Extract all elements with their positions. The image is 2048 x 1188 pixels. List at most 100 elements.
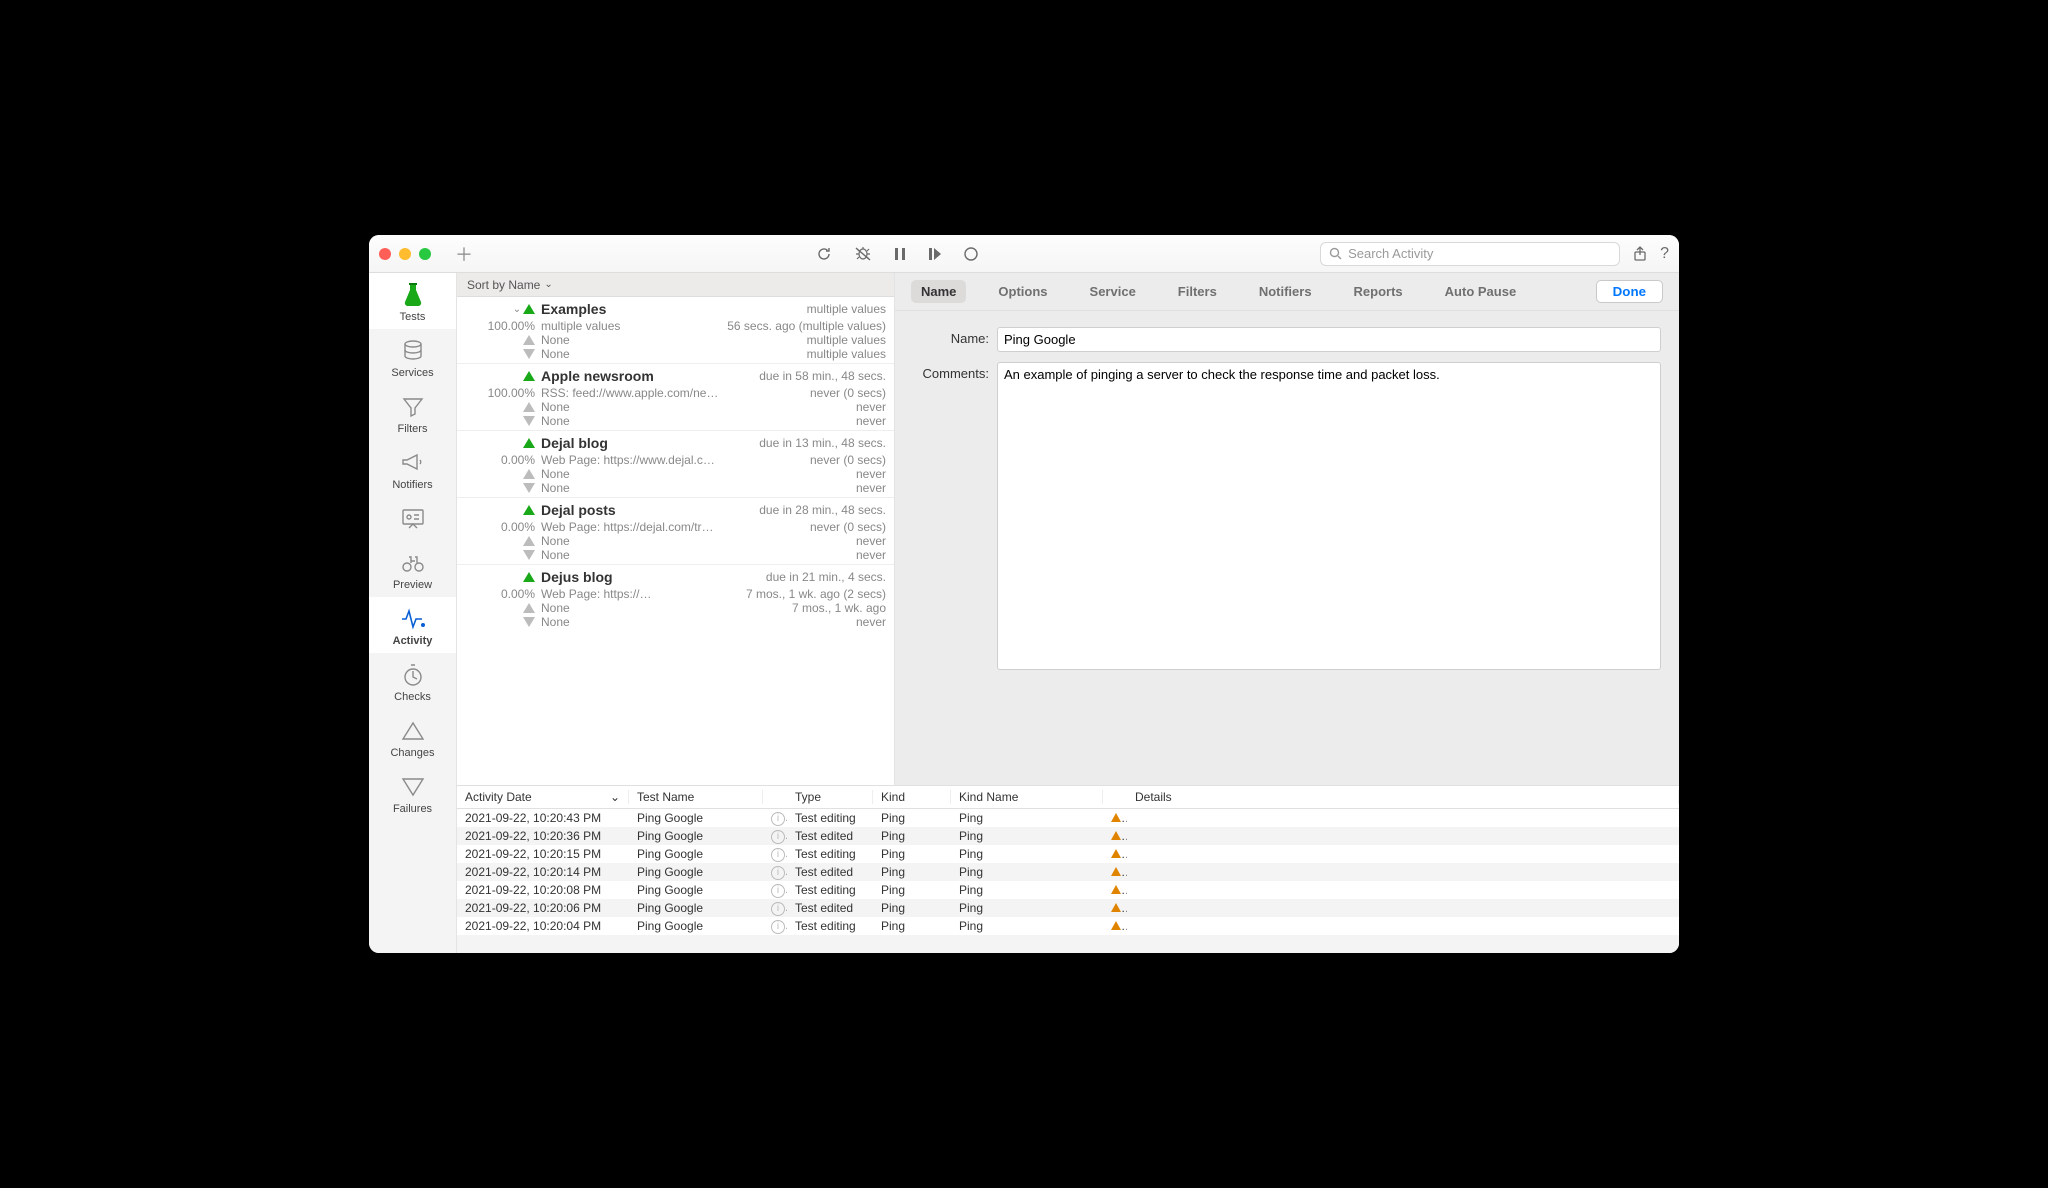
test-item[interactable]: Dejus blogdue in 21 min., 4 secs.0.00%We… [457,564,894,631]
test-last: 7 mos., 1 wk. ago (2 secs) [746,587,886,601]
column-test-name[interactable]: Test Name [629,790,763,804]
test-none-due: never [856,534,886,548]
search-placeholder: Search Activity [1348,246,1433,261]
cell-kind: Ping [873,811,951,825]
activity-area: Activity Date ⌄ Test Name Type Kind Kind… [457,785,1679,953]
cell-kind: Ping [873,883,951,897]
info-icon: i [771,902,785,916]
test-due: due in 21 min., 4 secs. [766,570,886,584]
tab-notifiers[interactable]: Notifiers [1249,280,1322,303]
tab-service[interactable]: Service [1080,280,1146,303]
cell-kind-name: Ping [951,811,1103,825]
cell-test: Ping Google [629,847,763,861]
flask-icon [369,281,456,309]
status-up-icon [523,371,535,381]
activity-row[interactable]: 2021-09-22, 10:20:04 PMPing GoogleiTest … [457,917,1679,935]
close-window-button[interactable] [379,248,391,260]
test-item[interactable]: Apple newsroomdue in 58 min., 48 secs.10… [457,363,894,430]
info-icon: i [771,812,785,826]
test-none-due: never [856,548,886,562]
test-name: Apple newsroom [541,368,654,384]
sidebar-item-failures[interactable]: Failures [369,765,456,821]
comments-field[interactable] [997,362,1661,670]
cell-date: 2021-09-22, 10:20:08 PM [457,883,629,897]
cell-kind-name: Ping [951,847,1103,861]
activity-row[interactable]: 2021-09-22, 10:20:14 PMPing GoogleiTest … [457,863,1679,881]
done-button[interactable]: Done [1596,280,1663,303]
sidebar-item-filters[interactable]: Filters [369,385,456,441]
cell-info: i [763,900,787,916]
test-last: never (0 secs) [810,453,886,467]
test-item[interactable]: ⌄Examplesmultiple values100.00%multiple … [457,297,894,363]
share-icon[interactable] [1632,246,1648,262]
disclosure-icon[interactable]: ⌄ [511,304,523,315]
name-field[interactable] [997,327,1661,352]
cell-date: 2021-09-22, 10:20:43 PM [457,811,629,825]
test-none: None [541,400,850,414]
tab-filters[interactable]: Filters [1168,280,1227,303]
test-last: never (0 secs) [810,520,886,534]
add-button[interactable]: ＋ [455,241,473,267]
sidebar-item-reports[interactable] [369,497,456,541]
test-item[interactable]: Dejal postsdue in 28 min., 48 secs.0.00%… [457,497,894,564]
warning-icon [1111,849,1121,858]
sidebar-item-services[interactable]: Services [369,329,456,385]
activity-row[interactable]: 2021-09-22, 10:20:43 PMPing GoogleiTest … [457,809,1679,827]
refresh-icon[interactable] [816,246,832,262]
search-input[interactable]: Search Activity [1320,242,1620,266]
test-none: None [541,548,850,562]
zoom-window-button[interactable] [419,248,431,260]
sidebar-item-checks[interactable]: Checks [369,653,456,709]
sidebar-item-changes[interactable]: Changes [369,709,456,765]
pause-icon[interactable] [894,247,906,261]
column-activity-date[interactable]: Activity Date ⌄ [457,790,629,804]
tab-options[interactable]: Options [988,280,1057,303]
sidebar-item-tests[interactable]: Tests [369,273,456,329]
column-kind[interactable]: Kind [873,790,951,804]
test-none: None [541,601,786,615]
activity-row[interactable]: 2021-09-22, 10:20:15 PMPing GoogleiTest … [457,845,1679,863]
info-icon: i [771,848,785,862]
tab-autopause[interactable]: Auto Pause [1435,280,1527,303]
sidebar-item-label: Changes [369,747,456,759]
record-icon[interactable] [964,247,978,261]
chevron-down-icon: ⌄ [544,279,552,290]
status-up-icon [523,438,535,448]
test-percent: 100.00% [465,319,535,333]
cell-test: Ping Google [629,901,763,915]
tests-list[interactable]: ⌄Examplesmultiple values100.00%multiple … [457,297,894,785]
sidebar-item-notifiers[interactable]: Notifiers [369,441,456,497]
bug-off-icon[interactable] [854,246,872,262]
sidebar-item-label: Services [369,367,456,379]
presentation-icon [369,505,456,533]
test-item[interactable]: Dejal blogdue in 13 min., 48 secs.0.00%W… [457,430,894,497]
cell-kind-name: Ping [951,829,1103,843]
sort-header[interactable]: Sort by Name ⌄ [457,273,894,297]
test-source: RSS: feed://www.apple.com/ne… [541,386,804,400]
test-none: None [541,534,850,548]
app-window: ＋ Search Activity [369,235,1679,953]
column-details[interactable]: Details [1127,790,1679,804]
tab-reports[interactable]: Reports [1344,280,1413,303]
change-up-icon [523,536,535,546]
tab-name[interactable]: Name [911,280,966,303]
test-none: None [541,333,801,347]
step-icon[interactable] [928,247,942,261]
cell-test: Ping Google [629,811,763,825]
activity-body[interactable]: 2021-09-22, 10:20:43 PMPing GoogleiTest … [457,809,1679,935]
column-kind-name[interactable]: Kind Name [951,790,1103,804]
main-area: Tests Services Filters Notifiers [369,273,1679,953]
minimize-window-button[interactable] [399,248,411,260]
cell-badge [1103,865,1127,879]
test-due: multiple values [807,302,886,316]
column-type[interactable]: Type [787,790,873,804]
activity-row[interactable]: 2021-09-22, 10:20:36 PMPing GoogleiTest … [457,827,1679,845]
activity-row[interactable]: 2021-09-22, 10:20:06 PMPing GoogleiTest … [457,899,1679,917]
test-due: due in 13 min., 48 secs. [759,436,886,450]
activity-row[interactable]: 2021-09-22, 10:20:08 PMPing GoogleiTest … [457,881,1679,899]
test-none: None [541,481,850,495]
help-icon[interactable]: ? [1660,245,1669,263]
test-due: due in 28 min., 48 secs. [759,503,886,517]
sidebar-item-preview[interactable]: Preview [369,541,456,597]
sidebar-item-activity[interactable]: Activity [369,597,456,653]
